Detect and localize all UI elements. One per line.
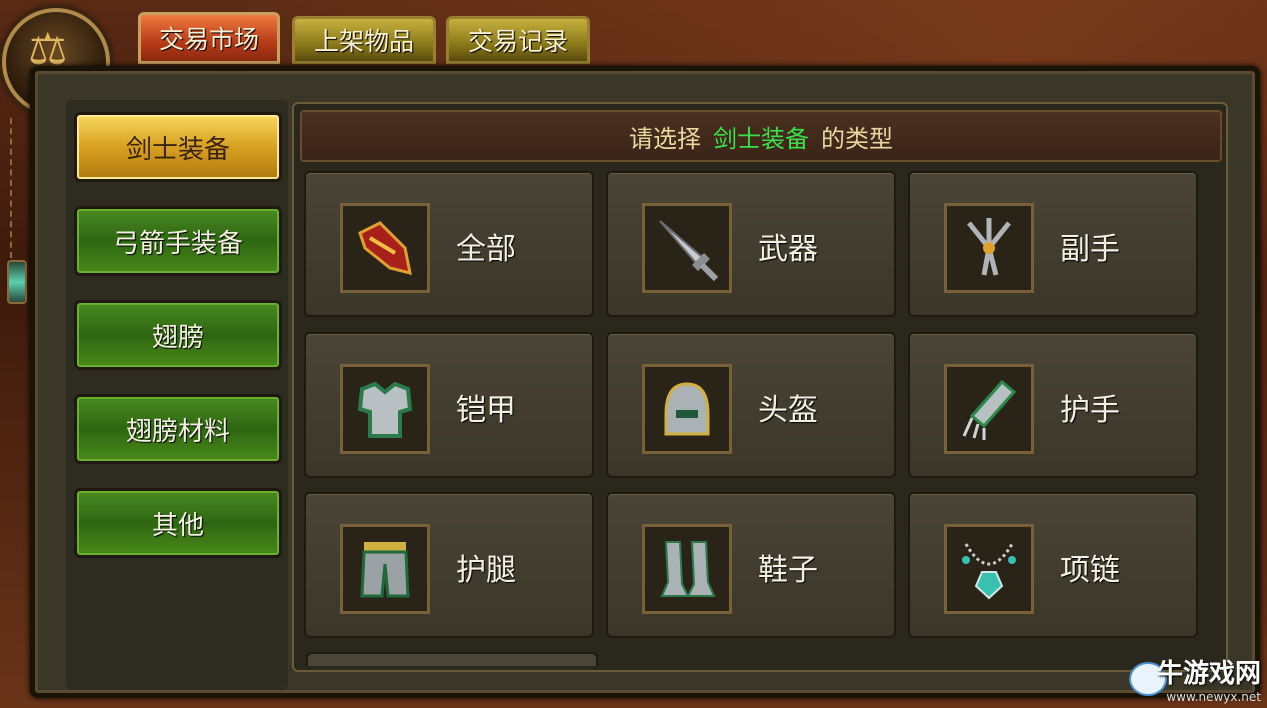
leggings-icon [340,524,430,614]
chain-decoration [10,118,22,258]
gauntlet-icon [944,364,1034,454]
item-type-leggings[interactable]: 护腿 [304,492,594,638]
watermark-url: www.newyx.net [1166,690,1261,704]
panel-header: 请选择 剑士装备 的类型 [300,110,1222,162]
item-type-boots[interactable]: 鞋子 [606,492,896,638]
tab-trade-history[interactable]: 交易记录 [446,16,590,64]
item-type-armor[interactable]: 铠甲 [304,332,594,478]
necklace-icon [944,524,1034,614]
item-type-label: 项链 [1060,553,1120,588]
watermark: 牛游戏网 www.newyx.net [1157,653,1261,704]
item-type-gauntlet[interactable]: 护手 [908,332,1198,478]
tab-list-items[interactable]: 上架物品 [292,16,436,64]
item-type-label: 护手 [1060,393,1120,428]
item-type-label: 全部 [456,232,516,267]
armor-icon [340,364,430,454]
header-prefix: 请选择 [629,124,701,153]
header-suffix: 的类型 [821,124,893,153]
item-type-label: 头盔 [758,393,818,428]
item-type-necklace[interactable]: 项链 [908,492,1198,638]
trident-icon [944,203,1034,293]
boots-icon [642,524,732,614]
gloves-icon [340,203,430,293]
item-type-label: 武器 [758,232,818,267]
item-type-label: 护腿 [456,553,516,588]
item-type-all[interactable]: 全部 [304,171,594,317]
category-other[interactable]: 其他 [74,488,282,558]
next-row-cell-partial [306,652,598,666]
category-archer-gear[interactable]: 弓箭手装备 [74,206,282,276]
watermark-title: 牛游戏网 [1156,659,1261,689]
lantern-icon [7,260,27,304]
item-type-label: 副手 [1060,232,1120,267]
category-wing-materials[interactable]: 翅膀材料 [74,394,282,464]
item-type-label: 铠甲 [456,393,516,428]
item-type-label: 鞋子 [758,553,818,588]
helmet-icon [642,364,732,454]
item-type-offhand[interactable]: 副手 [908,171,1198,317]
header-highlight: 剑士装备 [713,124,809,153]
category-swordsman-gear[interactable]: 剑士装备 [74,112,282,182]
tab-trade-market[interactable]: 交易市场 [138,12,280,64]
sword-icon [642,203,732,293]
category-wings[interactable]: 翅膀 [74,300,282,370]
item-type-helmet[interactable]: 头盔 [606,332,896,478]
item-type-weapon[interactable]: 武器 [606,171,896,317]
